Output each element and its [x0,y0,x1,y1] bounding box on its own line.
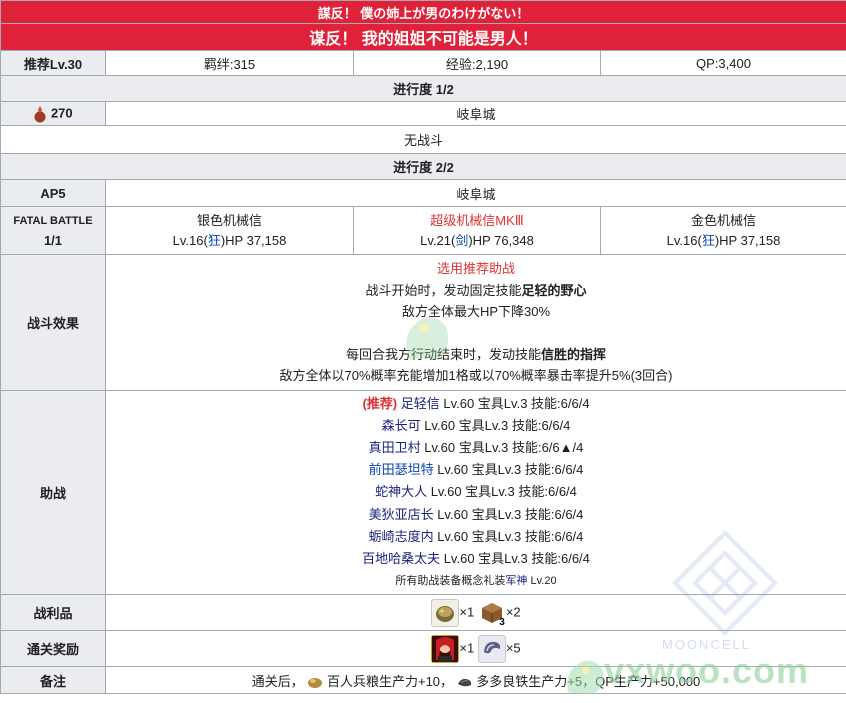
drops-content: ×1 3 ×2 [105,594,846,631]
servant-link[interactable]: 足轻信 [401,396,440,411]
support-item: 美狄亚店长 Lv.60 宝具Lv.3 技能:6/6/4 [368,506,584,522]
support-item: 真田卫村 Lv.60 宝具Lv.3 技能:6/6▲/4 [368,439,584,455]
support-list: (推荐) 足轻信 Lv.60 宝具Lv.3 技能:6/6/4 森长可 Lv.60… [105,390,846,595]
servant-link[interactable]: 真田卫村 [369,440,421,455]
support-row: 助战 (推荐) 足轻信 Lv.60 宝具Lv.3 技能:6/6/4 森长可 Lv… [0,390,846,595]
enemy-2[interactable]: 超级机械信MKⅢ Lv.21(剑)HP 76,348 [353,206,601,255]
drop-1-count: ×1 [459,603,475,619]
servant-link[interactable]: 森长可 [382,418,421,433]
enemy-3-stats: Lv.16(狂)HP 37,158 [666,232,781,248]
progress-1-row: 进行度 1/2 [0,75,846,102]
effect-line-2: 战斗开始时，发动固定技能足轻的野心 [365,282,587,298]
reward-2-count: ×5 [505,639,521,655]
support-item: 森长可 Lv.60 宝具Lv.3 技能:6/6/4 [381,417,571,433]
progress-1-cost: 270 [0,101,106,126]
progress-2-location: 岐阜城 [105,179,846,207]
support-label: 助战 [0,390,106,595]
progress-1-location: 岐阜城 [105,101,846,126]
effect-line-1: 选用推荐助战 [436,261,515,277]
notes-text-2: 多多良铁生产力+5，QP生产力+50,000 [476,673,701,689]
ap-cost: AP5 [0,179,106,207]
effect-line-5: 敌方全体以70%概率充能增加1格或以70%概率暴击率提升5%(3回合) [279,368,673,384]
notes-prefix: 通关后， [251,673,304,689]
quest-table: 謀反！ 僕の姉上が男のわけがない！ 谋反！ 我的姐姐不可能是男人！ 推荐Lv.3… [0,0,846,694]
header-row-cn: 谋反！ 我的姐姐不可能是男人！ [0,23,846,51]
support-item: 蛇神大人 Lv.60 宝具Lv.3 技能:6/6/4 [375,484,577,500]
fatal-battle-text: FATAL BATTLE [13,214,93,227]
enemy-1-class[interactable]: 狂 [208,233,221,248]
effects-row: 战斗效果 选用推荐助战 战斗开始时，发动固定技能足轻的野心 敌方全体最大HP下降… [0,254,846,391]
enemy-3[interactable]: 金色机械信 Lv.16(狂)HP 37,158 [600,206,846,255]
drop-2-count: ×2 [505,603,521,619]
progress-2-row: 进行度 2/2 [0,153,846,180]
wave-count: 1/1 [43,232,63,248]
support-item: 蛎崎志度内 Lv.60 宝具Lv.3 技能:6/6/4 [368,528,584,544]
support-item: 百地哈桑太夫 Lv.60 宝具Lv.3 技能:6/6/4 [362,551,590,566]
exp-value: 经验:2,190 [353,50,601,76]
rewards-label: 通关奖励 [0,630,106,667]
info-row: 推荐Lv.30 羁绊:315 经验:2,190 QP:3,400 [0,50,846,76]
effect-line-4: 每回合我方行动结束时，发动技能信胜的指挥 [345,346,607,362]
header-row-jp: 謀反！ 僕の姉上が男のわけがない！ [0,0,846,24]
rewards-content: ×1 ×5 [105,630,846,667]
bread-item-icon[interactable] [431,598,460,627]
effects-label: 战斗效果 [0,254,106,391]
iron-icon [457,678,471,687]
support-item: (推荐) 足轻信 Lv.60 宝具Lv.3 技能:6/6/4 [362,395,590,411]
skill-name-1: 足轻的野心 [521,282,587,298]
rewards-row: 通关奖励 ×1 ×5 [0,630,846,667]
progress-2-title: 进行度 2/2 [0,153,846,180]
quest-title-jp: 謀反！ 僕の姉上が男のわけがない！ [0,0,846,24]
enemy-1-name: 银色机械信 [196,212,262,228]
gem-item-icon[interactable] [477,634,506,663]
recommended-tag: (推荐) [362,395,398,411]
servant-link[interactable]: 百地哈桑太夫 [362,551,440,566]
servant-link[interactable]: 蛇神大人 [375,484,427,499]
reward-1-count: ×1 [459,639,475,655]
bond-leaf-icon [34,105,46,122]
drops-row: 战利品 ×1 3 ×2 [0,594,846,631]
enemy-3-class[interactable]: 狂 [702,233,715,248]
skill-name-2: 信胜的指挥 [541,346,607,362]
progress-1-info-row: 270 岐阜城 [0,101,846,126]
qp-value: QP:3,400 [600,50,846,76]
fatal-battle-label: FATAL BATTLE 1/1 [0,206,106,255]
effects-content: 选用推荐助战 战斗开始时，发动固定技能足轻的野心 敌方全体最大HP下降30% 每… [105,254,846,391]
effect-line-3: 敌方全体最大HP下降30% [401,304,551,320]
recommended-level: 推荐Lv.30 [0,50,106,76]
servant-link[interactable]: 前田瑟坦特 [369,462,434,477]
servant-link[interactable]: 美狄亚店长 [369,507,434,522]
no-battle-row: 无战斗 [0,125,846,154]
progress-2-info-row: AP5 岐阜城 [0,179,846,207]
notes-row: 备注 通关后， 百人兵粮生产力+10， 多多良铁生产力+5，QP生产力+50,0… [0,666,846,694]
drop-2-badge: 3 [499,616,505,628]
rations-icon [308,678,323,689]
iron-box-item-icon[interactable]: 3 [478,599,506,628]
craft-essence-link[interactable]: 军神 [505,575,527,587]
cost-value: 270 [50,104,73,120]
enemy-3-name: 金色机械信 [690,212,756,228]
servant-link[interactable]: 蛎崎志度内 [369,529,434,544]
notes-content: 通关后， 百人兵粮生产力+10， 多多良铁生产力+5，QP生产力+50,000 [105,666,846,694]
no-battle-text: 无战斗 [0,125,846,154]
enemy-2-stats: Lv.21(剑)HP 76,348 [420,232,534,248]
enemy-2-name: 超级机械信MKⅢ [430,212,524,228]
effect-spacer [110,323,842,344]
bond-value: 羁绊:315 [105,50,354,76]
enemy-row: FATAL BATTLE 1/1 银色机械信 Lv.16(狂)HP 37,158… [0,206,846,255]
notes-text-1: 百人兵粮生产力+10， [326,673,454,689]
quest-title-cn: 谋反！ 我的姐姐不可能是男人！ [0,23,846,51]
enemy-1[interactable]: 银色机械信 Lv.16(狂)HP 37,158 [105,206,354,255]
servant-card-icon[interactable] [431,634,460,663]
progress-1-title: 进行度 1/2 [0,75,846,102]
notes-label: 备注 [0,666,106,694]
support-note: 所有助战装备概念礼装军神 Lv.20 [395,575,557,588]
enemy-2-class[interactable]: 剑 [455,233,468,248]
enemy-1-stats: Lv.16(狂)HP 37,158 [172,232,287,248]
drops-label: 战利品 [0,594,106,631]
support-item: 前田瑟坦特 Lv.60 宝具Lv.3 技能:6/6/4 [368,462,584,478]
